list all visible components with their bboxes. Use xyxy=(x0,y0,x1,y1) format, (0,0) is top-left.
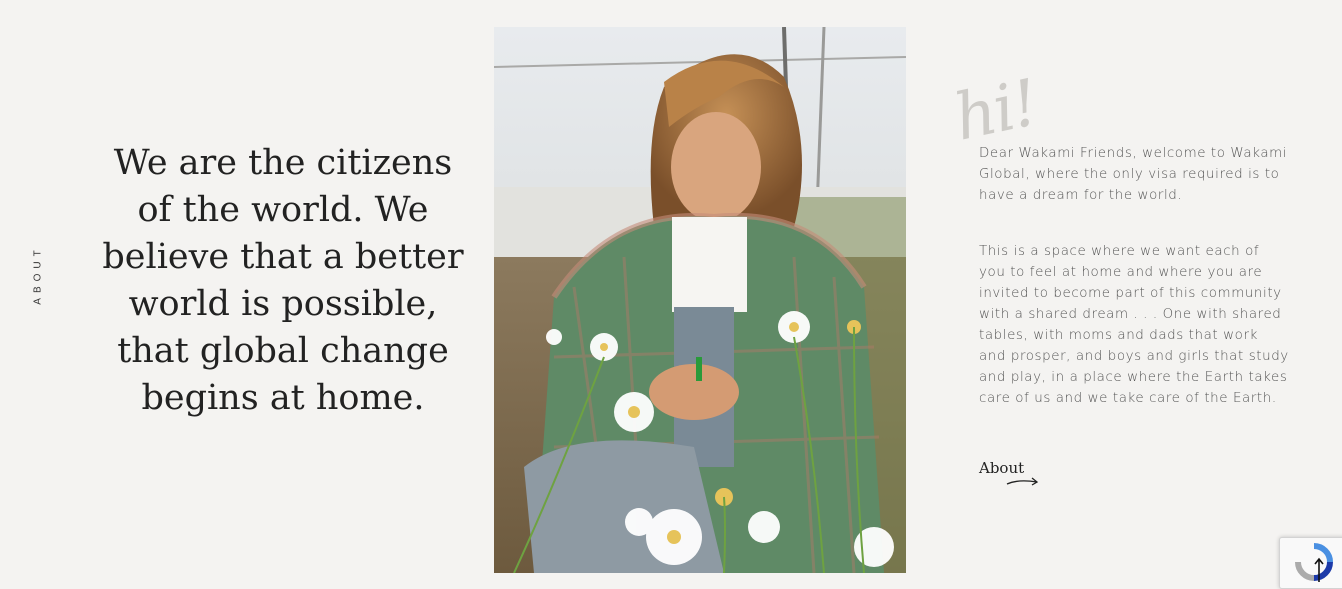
recaptcha-icon xyxy=(1295,543,1333,582)
arrow-right-icon[interactable] xyxy=(1006,475,1040,487)
welcome-paragraph: Dear Wakami Friends, welcome to Wakami G… xyxy=(979,146,1288,203)
about-headline: We are the citizens of the world. We bel… xyxy=(102,143,464,418)
community-paragraph: This is a space where we want each of yo… xyxy=(979,244,1289,406)
recaptcha-badge[interactable] xyxy=(1279,537,1342,589)
about-side-label: ABOUT xyxy=(32,245,44,305)
hero-photo xyxy=(494,27,906,573)
